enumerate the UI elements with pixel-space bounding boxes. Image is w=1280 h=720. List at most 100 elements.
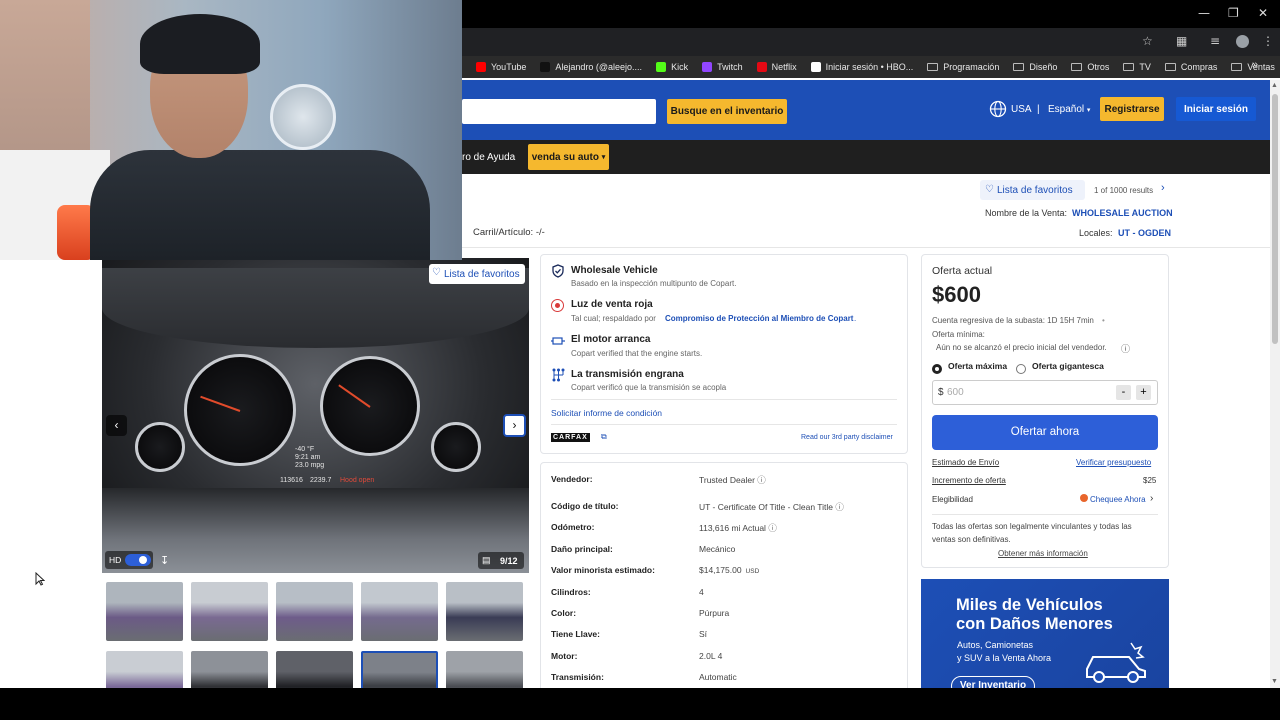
- bookmark-label: Kick: [671, 62, 689, 72]
- photo-thumbnail[interactable]: [446, 582, 523, 641]
- ad-banner[interactable]: Miles de Vehículos con Daños Menores Aut…: [921, 579, 1169, 688]
- bookmark-item[interactable]: YouTube: [476, 62, 526, 72]
- profile-avatar[interactable]: [1236, 35, 1249, 48]
- language-label: Español: [1048, 104, 1085, 115]
- max-bid-label: Oferta máxima: [948, 361, 1008, 371]
- nav-help-center[interactable]: ro de Ayuda: [462, 152, 515, 163]
- bid-input-placeholder: 600: [947, 387, 964, 398]
- folder-icon: [1164, 63, 1176, 71]
- bookmark-item[interactable]: Kick: [656, 62, 688, 72]
- min-bid-label: Oferta mínima:: [932, 330, 985, 339]
- bid-now-button[interactable]: Ofertar ahora: [932, 415, 1158, 450]
- carfax-logo[interactable]: CARFAX: [551, 433, 590, 442]
- verify-budget-link[interactable]: Verificar presupuesto: [1076, 458, 1151, 467]
- page-scrollbar[interactable]: [1270, 80, 1280, 688]
- ad-cta-button[interactable]: Ver Inventario: [951, 676, 1035, 688]
- country-selector[interactable]: USA: [1011, 104, 1032, 115]
- bookmark-item[interactable]: Otros: [1071, 62, 1109, 72]
- divider: [932, 514, 1158, 515]
- external-link-icon[interactable]: ⧉: [601, 432, 607, 442]
- photo-thumbnail[interactable]: [276, 582, 353, 641]
- detail-value-text: 113,616 mi Actual: [699, 523, 766, 533]
- folder-icon: [1071, 63, 1083, 71]
- register-button[interactable]: Registrarse: [1100, 97, 1164, 121]
- vehicle-photo[interactable]: -40 °F 9:21 am 23.0 mpg 113616 2239.7 Ho…: [102, 258, 529, 573]
- info-icon[interactable]: ⓘ: [833, 502, 844, 512]
- menu-icon[interactable]: ⋮: [1262, 34, 1274, 48]
- scroll-down-icon[interactable]: ▼: [1271, 678, 1278, 685]
- location-link[interactable]: UT - OGDEN: [1118, 228, 1171, 238]
- more-info-link[interactable]: Obtener más información: [998, 549, 1088, 558]
- more-bookmarks-icon[interactable]: »: [1252, 59, 1258, 71]
- protection-link[interactable]: Compromiso de Protección al Miembro de C…: [665, 314, 853, 323]
- gallery-watchlist-label: Lista de favoritos: [444, 269, 520, 280]
- dash-odometer: 113616: [280, 477, 303, 484]
- feature-title: Luz de venta roja: [571, 299, 653, 310]
- eligibility-label: Elegibilidad: [932, 495, 973, 504]
- download-icon[interactable]: ↧: [160, 554, 169, 567]
- dash-time: 9:21 am: [295, 454, 321, 461]
- detail-value-text: Trusted Dealer: [699, 475, 755, 485]
- photo-thumbnail[interactable]: [361, 582, 438, 641]
- language-selector[interactable]: Español ▾: [1048, 104, 1090, 115]
- shipping-estimate-link[interactable]: Estimado de Envío: [932, 458, 999, 467]
- condition-report-link[interactable]: Solicitar informe de condición: [551, 408, 662, 418]
- bookmark-favicon-icon: [702, 62, 713, 72]
- gallery-watchlist-button[interactable]: ♡ Lista de favoritos: [429, 264, 525, 284]
- bookmark-item[interactable]: Compras: [1164, 62, 1217, 72]
- login-button[interactable]: Iniciar sesión: [1176, 97, 1256, 121]
- mega-bid-radio[interactable]: [1016, 360, 1026, 378]
- header-separator: |: [1037, 104, 1040, 115]
- bookmark-item[interactable]: Netflix: [756, 62, 797, 72]
- next-photo-button[interactable]: ›: [503, 414, 526, 437]
- photo-thumbnail[interactable]: [191, 582, 268, 641]
- detail-value: Trusted Dealer ⓘ: [699, 474, 766, 486]
- engine-icon: [551, 334, 565, 346]
- detail-value: Sí: [699, 629, 707, 639]
- search-inventory-button[interactable]: Busque en el inventario: [667, 99, 787, 124]
- minimize-icon[interactable]: —: [1198, 6, 1210, 20]
- detail-value: Automatic: [699, 672, 737, 682]
- hd-toggle[interactable]: HD: [105, 551, 153, 569]
- bookmark-item[interactable]: Programación: [927, 62, 999, 72]
- disclaimer-link[interactable]: Read our 3rd party disclaimer: [801, 434, 893, 441]
- info-icon[interactable]: ⓘ: [1121, 342, 1130, 355]
- prev-photo-button[interactable]: ‹: [106, 415, 127, 436]
- increment-button[interactable]: +: [1136, 385, 1151, 400]
- increment-link[interactable]: Incremento de oferta: [932, 476, 1006, 485]
- search-input[interactable]: [462, 99, 656, 124]
- feature-sub: Tal cual; respaldado por: [571, 314, 656, 323]
- info-icon[interactable]: ⓘ: [766, 523, 777, 533]
- webcam-person-hair: [140, 14, 260, 74]
- bid-title: Oferta actual: [932, 265, 993, 277]
- max-bid-radio[interactable]: [932, 360, 942, 378]
- bookmark-item[interactable]: Diseño: [1013, 62, 1057, 72]
- watchlist-pill[interactable]: ♡ Lista de favoritos: [980, 180, 1085, 200]
- bookmark-label: Netflix: [771, 62, 797, 72]
- sell-car-button[interactable]: venda su auto ▾: [528, 144, 609, 170]
- photo-thumbnail[interactable]: [106, 582, 183, 641]
- sale-name-link[interactable]: WHOLESALE AUCTION: [1072, 208, 1173, 218]
- extensions-icon[interactable]: ▦: [1176, 34, 1187, 48]
- chevron-down-icon: ▾: [1086, 107, 1091, 114]
- hd-label: HD: [109, 555, 122, 565]
- media-icon[interactable]: ≡: [1210, 34, 1220, 48]
- bookmark-item[interactable]: Alejandro (@aleejo....: [540, 62, 642, 72]
- folder-icon: [1123, 63, 1135, 71]
- bid-input[interactable]: $ 600 - +: [932, 380, 1158, 405]
- restore-icon[interactable]: ❐: [1228, 6, 1239, 20]
- radio-selected: [932, 363, 942, 374]
- star-icon[interactable]: ☆: [1142, 34, 1153, 48]
- chevron-right-icon[interactable]: ›: [1161, 182, 1165, 194]
- close-icon[interactable]: ✕: [1258, 6, 1268, 20]
- detail-key: Daño principal:: [551, 544, 613, 554]
- bookmark-item[interactable]: Iniciar sesión • HBO...: [810, 62, 913, 72]
- bookmark-item[interactable]: Twitch: [702, 62, 743, 72]
- details-card: [540, 462, 908, 702]
- scroll-up-icon[interactable]: ▲: [1271, 82, 1278, 89]
- bookmark-item[interactable]: TV: [1123, 62, 1151, 72]
- scrollbar-thumb[interactable]: [1272, 94, 1278, 344]
- decrement-button[interactable]: -: [1116, 385, 1131, 400]
- check-now-link[interactable]: Chequee Ahora: [1090, 495, 1146, 504]
- info-icon[interactable]: ⓘ: [755, 475, 766, 485]
